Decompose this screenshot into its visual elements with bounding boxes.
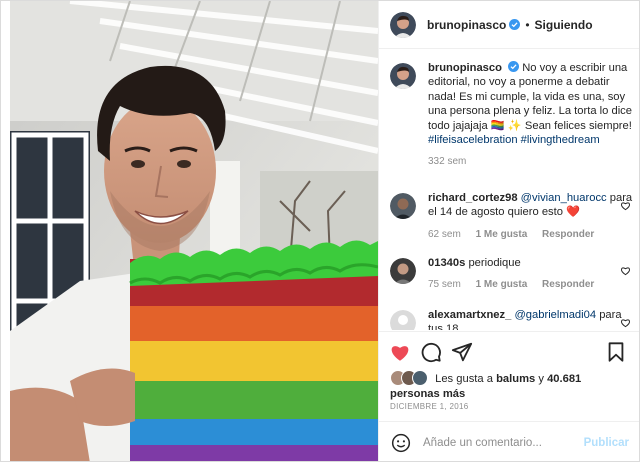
comment-meta: 75 sem 1 Me gusta Responder <box>428 278 606 292</box>
liker-username[interactable]: balums <box>496 373 535 385</box>
comment-likes[interactable]: 1 Me gusta <box>476 229 528 240</box>
caption-avatar[interactable] <box>390 63 416 89</box>
comment-mention[interactable]: @vivian_huarocc <box>521 192 607 204</box>
comment-username[interactable]: alexamartxnez_ <box>428 309 511 321</box>
author-avatar[interactable] <box>390 11 416 38</box>
comment-item: richard_cortez98 @vivian_huarocc para el… <box>390 191 634 242</box>
commenter-avatar[interactable] <box>390 310 416 330</box>
likers-avatars <box>390 370 430 386</box>
comment-text: periodique <box>468 257 521 269</box>
heart-filled-icon[interactable] <box>389 341 411 363</box>
caption-avatar-image <box>390 63 416 89</box>
author-avatar-image <box>390 11 416 38</box>
comment-likes[interactable]: 1 Me gusta <box>476 279 528 290</box>
header-separator: • <box>525 17 530 32</box>
caption: brunopinasco No voy a escribir una edito… <box>390 61 634 170</box>
emoji-icon[interactable] <box>391 433 411 453</box>
comment-body: richard_cortez98 @vivian_huarocc para el… <box>428 191 634 242</box>
author-username[interactable]: brunopinasco <box>427 18 506 32</box>
bookmark-icon[interactable] <box>605 341 627 363</box>
instagram-post-window: brunopinasco • Siguiendo brunopinasco No… <box>0 0 640 462</box>
verified-badge-icon <box>508 61 520 72</box>
hashtag-link[interactable]: #livingthedream <box>521 134 600 146</box>
comment-like-heart-icon[interactable] <box>620 265 631 276</box>
comment-age: 62 sem <box>428 228 461 240</box>
post-photo[interactable] <box>10 1 378 461</box>
action-bar <box>379 331 639 371</box>
reply-button[interactable]: Responder <box>542 229 594 240</box>
comments-list[interactable]: brunopinasco No voy a escribir una edito… <box>379 50 639 330</box>
share-icon[interactable] <box>451 341 473 363</box>
caption-username[interactable]: brunopinasco <box>428 62 502 74</box>
comment-icon[interactable] <box>420 341 442 363</box>
comment-like-heart-icon[interactable] <box>620 317 631 328</box>
comment-age: 75 sem <box>428 279 461 291</box>
comment-item: alexamartxnez_ @gabrielmadi04 para tus 1… <box>390 308 634 330</box>
comment-meta: 62 sem 1 Me gusta Responder <box>428 228 634 242</box>
hashtag-link[interactable]: #lifeisacelebration <box>428 134 518 146</box>
post-side-panel: brunopinasco • Siguiendo brunopinasco No… <box>378 1 639 461</box>
publish-button[interactable]: Publicar <box>584 437 629 449</box>
likes-joiner: y <box>538 373 544 385</box>
likes-summary[interactable]: Les gusta a balums y 40.681 personas más <box>390 370 630 402</box>
reply-button[interactable]: Responder <box>542 279 594 290</box>
commenter-avatar[interactable] <box>390 258 416 284</box>
comment-like-heart-icon[interactable] <box>620 200 631 211</box>
commenter-avatar-image <box>390 310 416 330</box>
comment-item: 01340s periodique 75 sem 1 Me gusta Resp… <box>390 256 634 293</box>
comment-body: 01340s periodique 75 sem 1 Me gusta Resp… <box>428 256 606 293</box>
comment-username[interactable]: richard_cortez98 <box>428 192 518 204</box>
post-date[interactable]: DICIEMBRE 1, 2016 <box>390 402 468 411</box>
post-photo-image <box>10 1 378 461</box>
follow-state-button[interactable]: Siguiendo <box>535 18 593 32</box>
caption-body: brunopinasco No voy a escribir una edito… <box>428 61 634 170</box>
comment-username[interactable]: 01340s <box>428 257 465 269</box>
liker-avatar <box>412 370 428 386</box>
likes-prefix: Les gusta a <box>435 373 493 385</box>
commenter-avatar[interactable] <box>390 193 416 219</box>
post-header: brunopinasco • Siguiendo <box>379 1 639 49</box>
verified-badge-icon <box>509 19 521 30</box>
comment-mention[interactable]: @gabrielmadi04 <box>514 309 596 321</box>
comment-body: alexamartxnez_ @gabrielmadi04 para tus 1… <box>428 308 634 330</box>
commenter-avatar-image <box>390 258 416 284</box>
caption-meta: 332 sem <box>428 155 634 169</box>
caption-age: 332 sem <box>428 156 467 168</box>
comment-input[interactable]: Añade un comentario... <box>423 437 584 449</box>
commenter-avatar-image <box>390 193 416 219</box>
comment-composer: Añade un comentario... Publicar <box>379 421 639 461</box>
